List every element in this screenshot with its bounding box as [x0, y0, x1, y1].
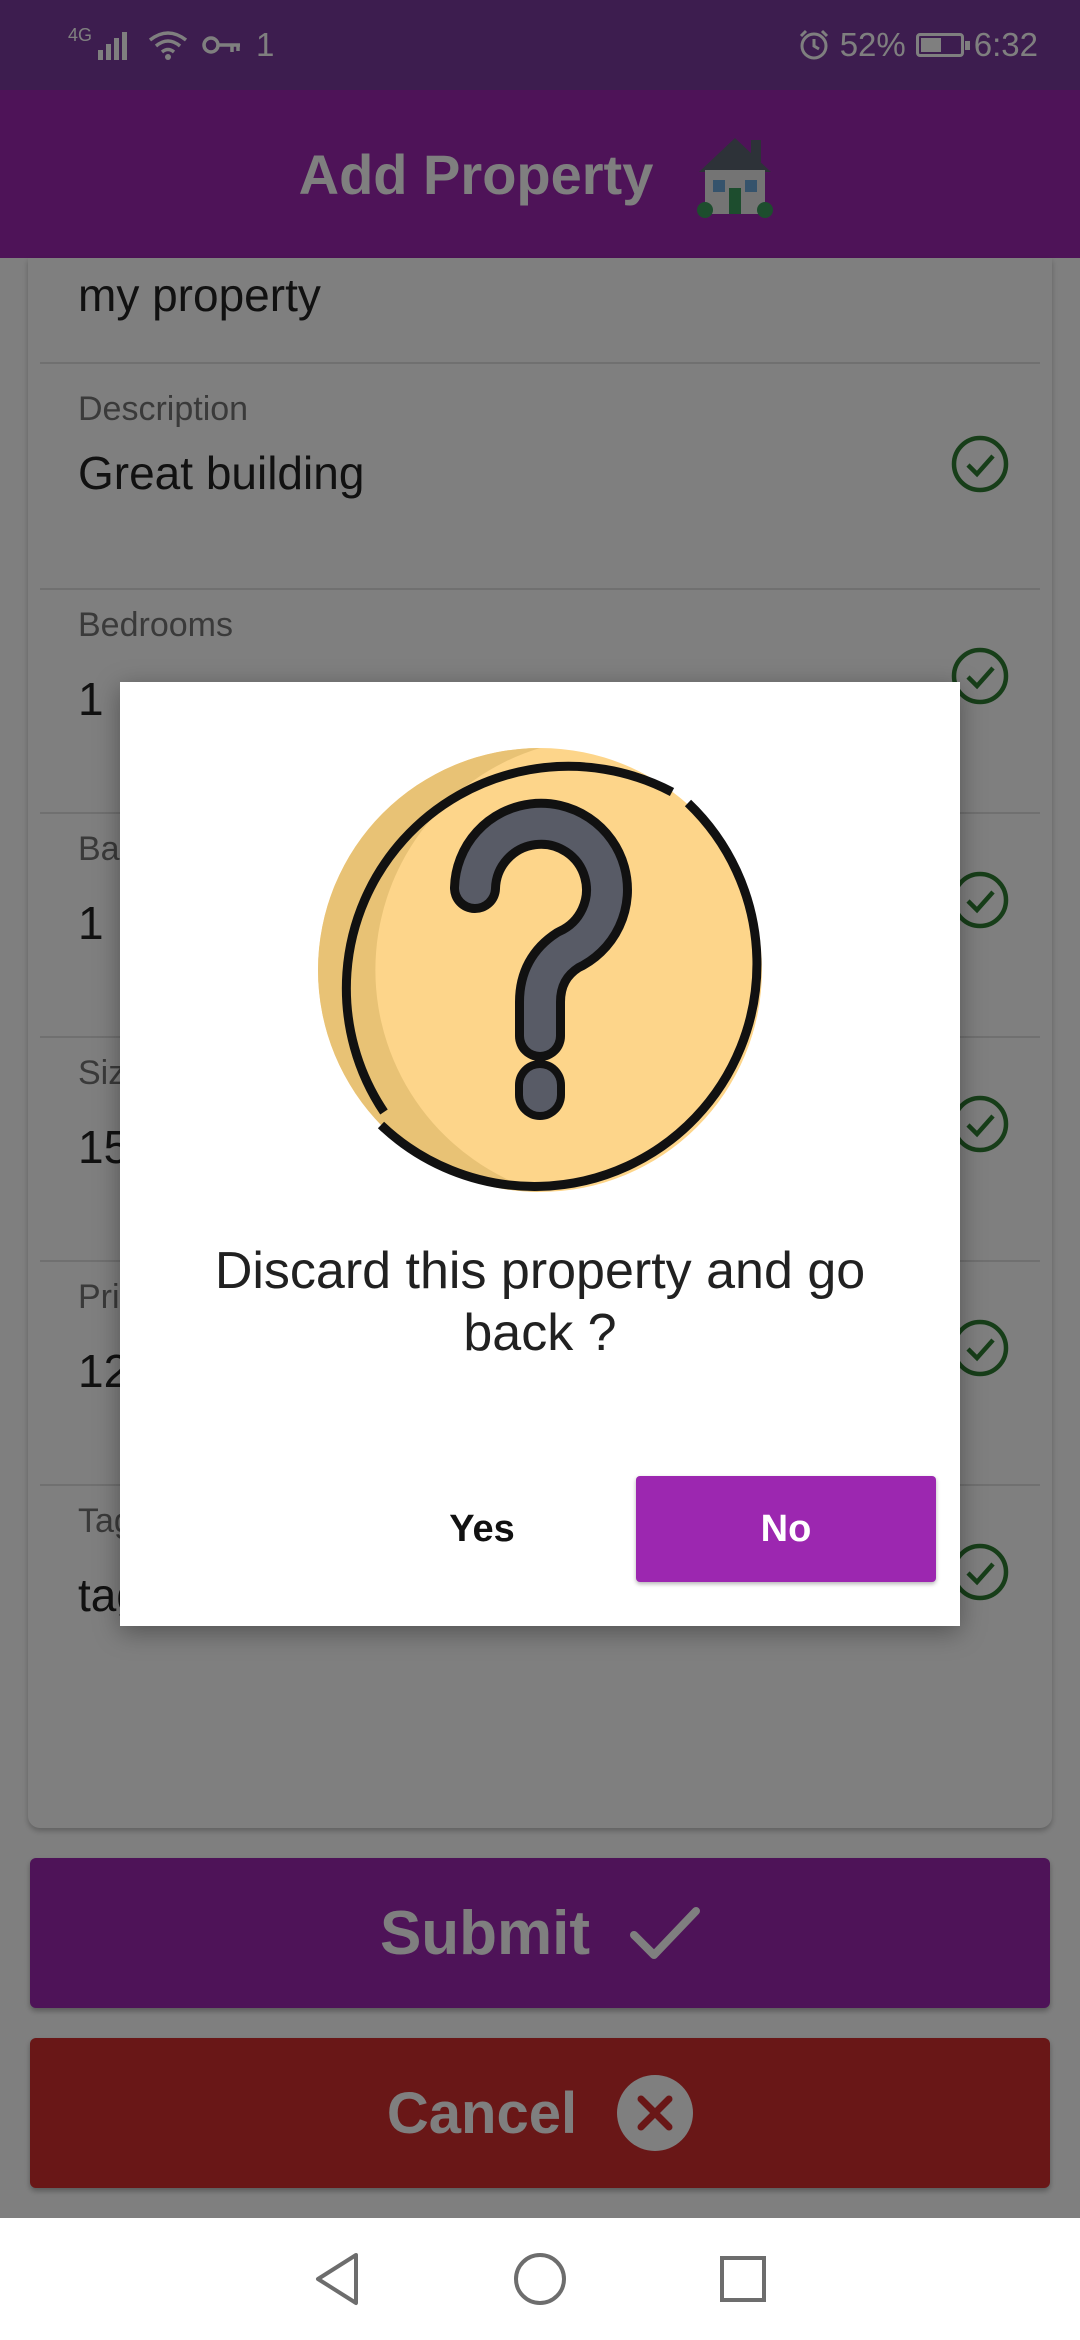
system-nav-bar [0, 2218, 1080, 2340]
dialog-message: Discard this property and go back ? [214, 1242, 866, 1362]
yes-button[interactable]: Yes [382, 1476, 582, 1582]
discard-dialog: Discard this property and go back ? Yes … [120, 682, 960, 1626]
home-icon[interactable] [512, 2251, 568, 2307]
no-button[interactable]: No [636, 1476, 936, 1582]
back-icon[interactable] [312, 2251, 362, 2307]
recents-icon[interactable] [718, 2254, 768, 2304]
question-icon [318, 748, 762, 1192]
